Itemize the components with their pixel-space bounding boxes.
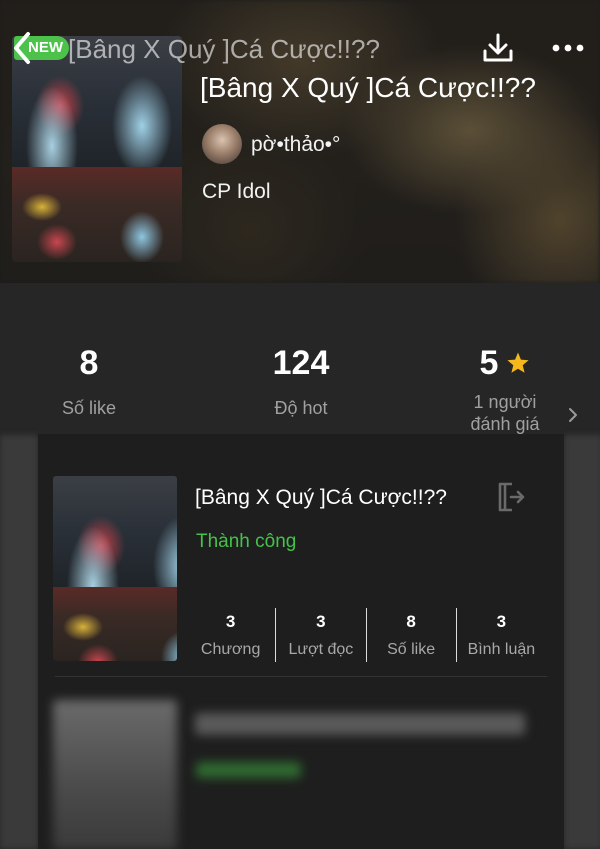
exit-icon[interactable]	[494, 480, 526, 514]
chevron-right-icon[interactable]	[566, 405, 580, 425]
stat-likes-label: Số like	[61, 398, 117, 418]
item-cover[interactable]	[53, 476, 177, 661]
blurred-item-cover	[53, 700, 177, 849]
stat-likes: 8 Số like	[0, 343, 189, 419]
blurred-item-status	[196, 762, 301, 778]
blurred-item-title	[195, 713, 525, 735]
star-icon	[507, 352, 530, 373]
author-avatar[interactable]	[202, 124, 242, 164]
author-name[interactable]: pờ•thảo•°	[251, 133, 340, 157]
header-title: [Bâng X Quý ]Cá Cược!!??	[68, 34, 380, 64]
stat-rating-value: 5	[479, 344, 499, 382]
item-stat-comments: 3 Bình luận	[455, 608, 546, 662]
stat-hot: 124 Độ hot	[201, 343, 401, 419]
download-icon[interactable]	[480, 30, 516, 66]
item-stat-reads: 3 Lượt đọc	[275, 608, 365, 662]
book-cover[interactable]	[12, 36, 182, 262]
stat-likes-value: 8	[79, 344, 99, 382]
item-stat-chapters: 3 Chương	[200, 612, 261, 658]
book-title: [Bâng X Quý ]Cá Cược!!??	[200, 72, 536, 103]
stat-hot-value: 124	[272, 344, 330, 382]
more-icon[interactable]	[548, 36, 588, 60]
item-title[interactable]: [Bâng X Quý ]Cá Cược!!??	[195, 486, 447, 510]
item-status: Thành công	[196, 531, 297, 552]
item-stat-likes: 8 Số like	[365, 608, 456, 662]
item-stats: 3 Chương 3 Lượt đọc 8 Số like 3 Bình luậ…	[186, 608, 546, 662]
divider	[55, 676, 547, 677]
back-icon[interactable]	[8, 28, 34, 68]
stats-bar: 8 Số like 124 Độ hot 5 1 người đánh giá	[0, 283, 600, 443]
book-category[interactable]: CP Idol	[202, 180, 271, 204]
stat-hot-label: Độ hot	[274, 398, 328, 418]
